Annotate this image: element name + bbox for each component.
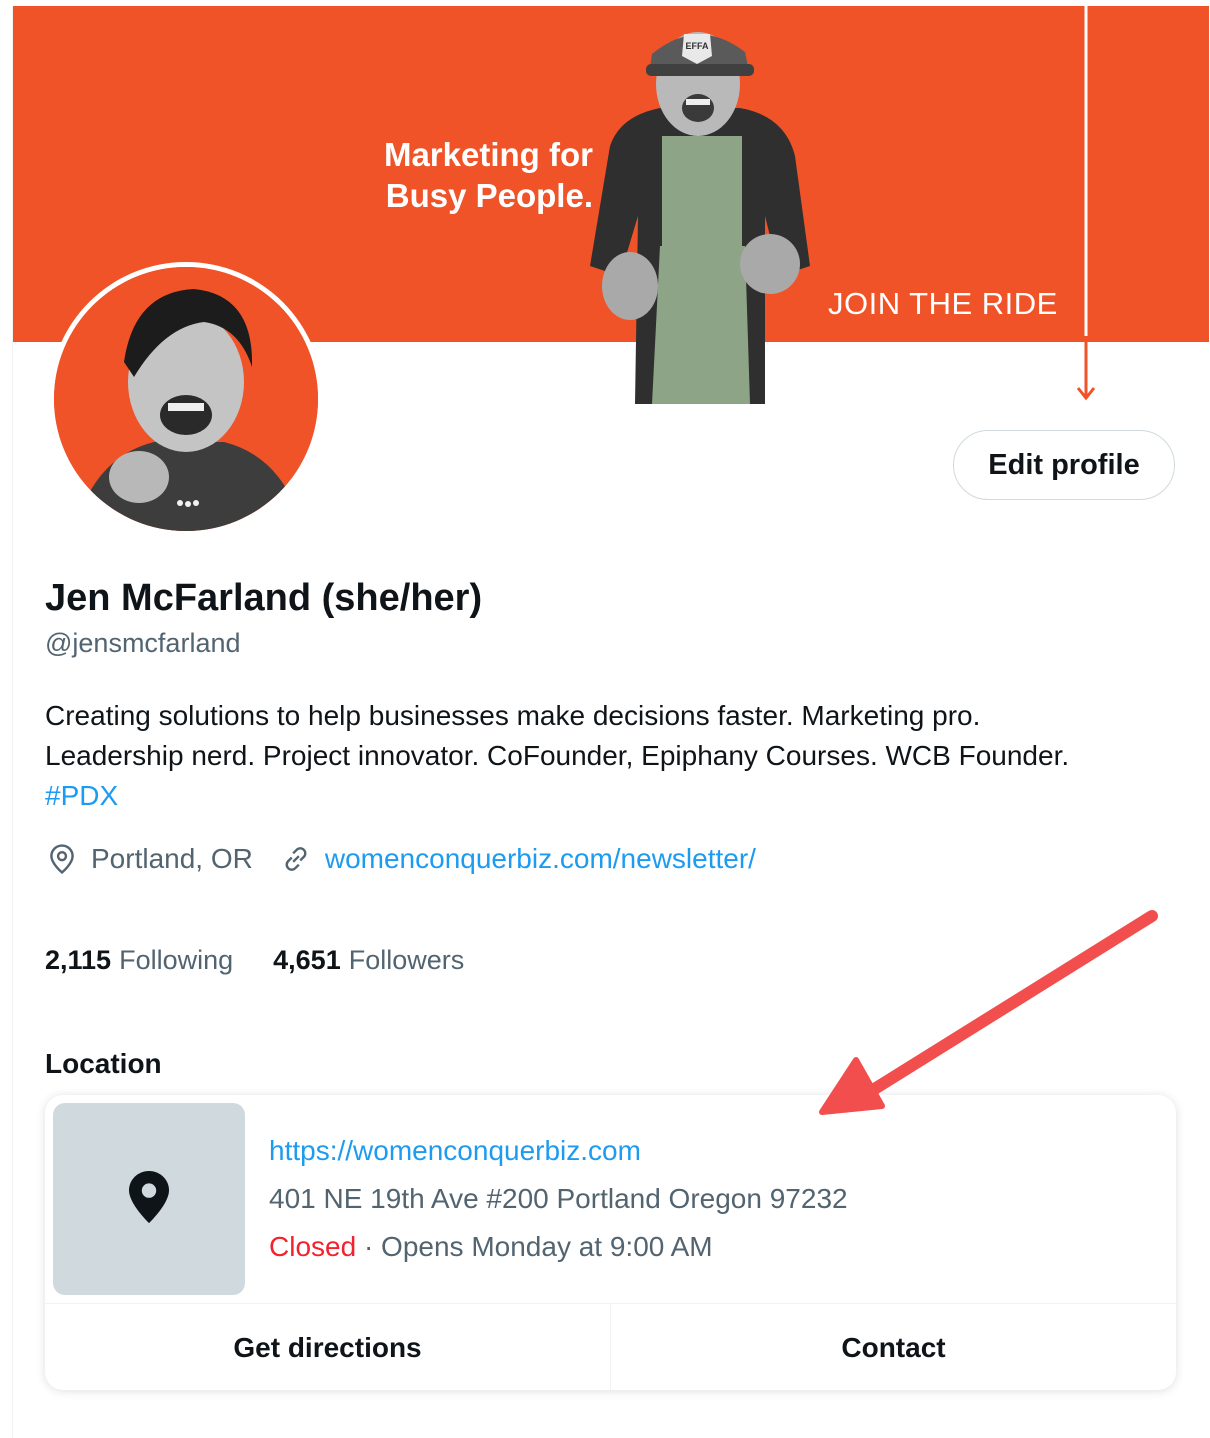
profile-handle: @jensmcfarland bbox=[45, 628, 241, 658]
open-status-badge: Closed bbox=[269, 1231, 357, 1262]
avatar[interactable] bbox=[49, 262, 323, 536]
opening-hours: · Opens Monday at 9:00 AM bbox=[356, 1231, 713, 1262]
location-card: https://womenconquerbiz.com 401 NE 19th … bbox=[45, 1095, 1176, 1390]
location-section-title: Location bbox=[45, 1048, 162, 1079]
following-label: Following bbox=[119, 945, 234, 975]
contact-button[interactable]: Contact bbox=[610, 1304, 1176, 1390]
avatar-photo bbox=[54, 267, 318, 531]
followers-stat[interactable]: 4,651 Followers bbox=[273, 942, 464, 978]
profile-name: Jen McFarland (she/her) bbox=[45, 577, 483, 619]
banner-cap-text: EFFA bbox=[685, 41, 709, 51]
location-pin-outline-icon bbox=[45, 842, 79, 876]
get-directions-button[interactable]: Get directions bbox=[45, 1304, 610, 1390]
banner-cta: JOIN THE RIDE bbox=[828, 286, 1058, 321]
bio-line-1: Creating solutions to help businesses ma… bbox=[45, 700, 981, 731]
avatar-person-icon bbox=[54, 267, 318, 531]
banner-person-photo: EFFA bbox=[590, 32, 810, 404]
profile-meta: Portland, OR womenconquerbiz.com/newslet… bbox=[45, 838, 756, 880]
business-address: 401 NE 19th Ave #200 Portland Oregon 972… bbox=[269, 1183, 848, 1214]
banner-headline: Marketing for Busy People. bbox=[333, 134, 593, 216]
followers-count: 4,651 bbox=[273, 945, 341, 975]
annotation-arrow-icon bbox=[819, 910, 1158, 1115]
banner-headline-line1: Marketing for bbox=[383, 136, 593, 173]
business-hours: Closed · Opens Monday at 9:00 AM bbox=[269, 1231, 713, 1263]
bio-hashtag-link[interactable]: #PDX bbox=[45, 776, 1175, 816]
profile-stats: 2,115 Following 4,651 Followers bbox=[45, 942, 504, 978]
map-pin-icon bbox=[125, 1169, 173, 1230]
followers-label: Followers bbox=[348, 945, 465, 975]
following-stat[interactable]: 2,115 Following bbox=[45, 942, 233, 978]
profile-location: Portland, OR bbox=[91, 843, 253, 874]
banner-headline-line2: Busy People. bbox=[385, 177, 593, 214]
link-icon bbox=[279, 842, 313, 876]
business-url-link[interactable]: https://womenconquerbiz.com bbox=[269, 1135, 641, 1167]
edit-profile-button[interactable]: Edit profile bbox=[953, 430, 1175, 500]
bio-line-2: Leadership nerd. Project innovator. CoFo… bbox=[45, 740, 1070, 771]
following-count: 2,115 bbox=[45, 945, 112, 975]
map-thumbnail[interactable] bbox=[53, 1103, 245, 1295]
profile-bio: Creating solutions to help businesses ma… bbox=[45, 696, 1175, 816]
location-actions: Get directions Contact bbox=[45, 1303, 1176, 1390]
annotation-arrow-down-icon bbox=[1076, 0, 1096, 401]
profile-website-link[interactable]: womenconquerbiz.com/newsletter/ bbox=[325, 843, 756, 875]
